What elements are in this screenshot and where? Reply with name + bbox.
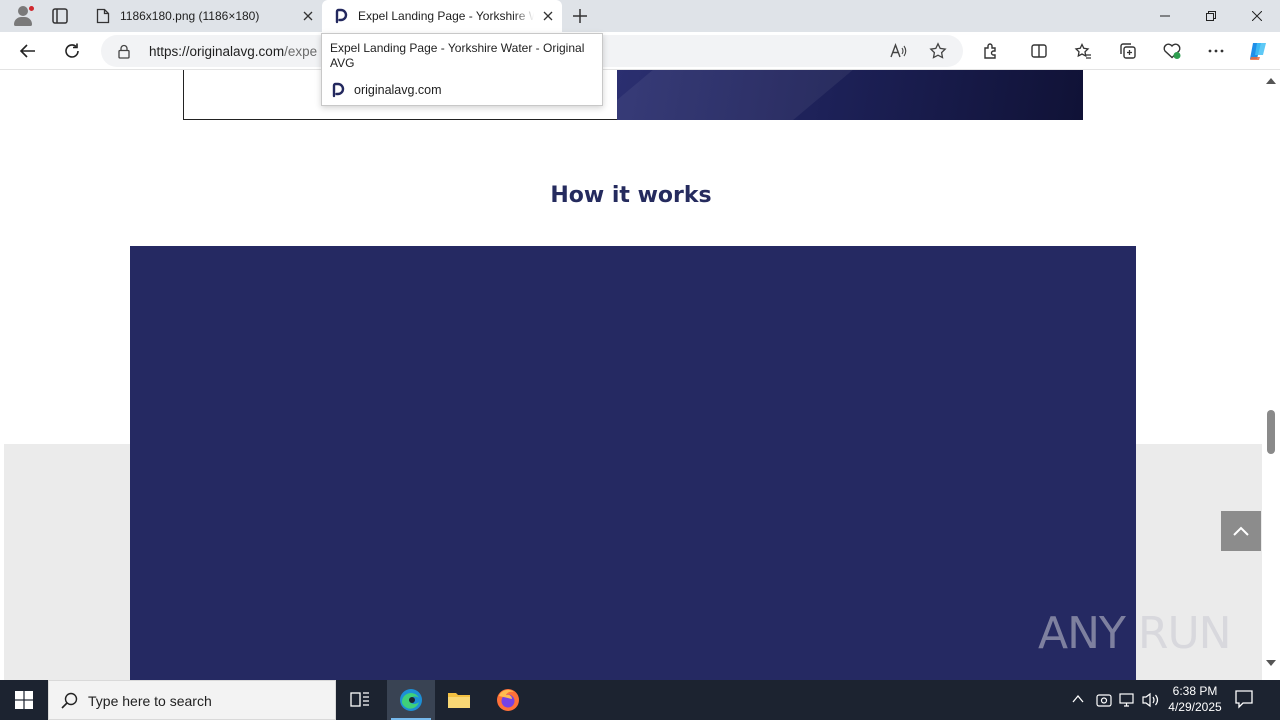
browser-toolbar: https://originalavg.com/expe	[0, 32, 1280, 70]
file-explorer-icon[interactable]	[435, 680, 483, 720]
clock-date: 4/29/2025	[1168, 700, 1222, 714]
tab-actions-icon[interactable]	[50, 6, 70, 26]
taskbar-search-input[interactable]: Type here to search	[48, 680, 336, 720]
hover-card-title: Expel Landing Page - Yorkshire Water - O…	[330, 41, 585, 70]
favorite-star-icon[interactable]	[928, 41, 948, 61]
network-icon[interactable]	[1119, 692, 1135, 713]
restore-icon[interactable]	[1188, 0, 1234, 32]
close-tab-icon[interactable]	[540, 8, 556, 24]
task-view-icon[interactable]	[336, 680, 384, 720]
page-viewport: How it works	[0, 70, 1262, 680]
extensions-icon[interactable]	[981, 41, 1001, 61]
chevron-up-icon	[1233, 526, 1249, 536]
firefox-icon[interactable]	[484, 680, 532, 720]
search-placeholder: Type here to search	[88, 693, 212, 709]
tab-title: 1186x180.png (1186×180)	[120, 9, 260, 23]
tab-hover-card: Expel Landing Page - Yorkshire Water - O…	[321, 33, 603, 106]
scroll-up-icon[interactable]	[1266, 78, 1276, 84]
section-title: How it works	[550, 183, 712, 208]
favorites-icon[interactable]	[1073, 41, 1093, 61]
clock-time: 6:38 PM	[1172, 684, 1218, 698]
volume-icon[interactable]	[1142, 692, 1160, 713]
browser-essentials-icon[interactable]	[1162, 41, 1182, 61]
edge-browser-icon[interactable]	[387, 680, 435, 720]
scroll-down-icon[interactable]	[1266, 660, 1276, 666]
tab-strip: 1186x180.png (1186×180) Expel Landing Pa…	[0, 0, 1280, 32]
close-window-icon[interactable]	[1234, 0, 1280, 32]
page-scrollbar[interactable]	[1262, 70, 1280, 680]
read-aloud-icon[interactable]	[888, 41, 908, 61]
back-icon[interactable]	[18, 41, 38, 61]
search-icon	[61, 692, 78, 714]
refresh-icon[interactable]	[62, 41, 82, 61]
copilot-icon[interactable]	[1246, 39, 1270, 63]
hover-card-domain: originalavg.com	[354, 83, 442, 97]
notifications-icon[interactable]	[1234, 689, 1254, 714]
show-hidden-icons-icon[interactable]	[1071, 692, 1085, 711]
tab-image[interactable]: 1186x180.png (1186×180)	[84, 0, 320, 32]
url-text: https://originalavg.com/expe	[149, 44, 318, 59]
tab-title: Expel Landing Page - Yorkshire Water - O…	[358, 9, 534, 23]
windows-start-icon[interactable]	[0, 680, 48, 720]
collections-icon[interactable]	[1118, 41, 1138, 61]
scrollbar-thumb[interactable]	[1267, 410, 1275, 454]
intro-banner-image	[617, 70, 1083, 120]
close-tab-icon[interactable]	[300, 8, 316, 24]
back-to-top-button[interactable]	[1221, 511, 1261, 551]
anyrun-watermark: ANY RUN	[1038, 608, 1232, 659]
meet-now-icon[interactable]	[1096, 692, 1112, 713]
site-favicon-icon	[331, 82, 345, 103]
lock-icon[interactable]	[117, 44, 131, 64]
tab-expel-landing[interactable]: Expel Landing Page - Yorkshire Water - O…	[322, 0, 562, 32]
minimize-icon[interactable]	[1142, 0, 1188, 32]
taskbar: Type here to search 6:38 PM 4/29/2025	[0, 680, 1280, 720]
more-options-icon[interactable]	[1206, 41, 1226, 61]
new-tab-icon[interactable]	[570, 6, 590, 26]
profile-avatar-icon[interactable]	[12, 5, 35, 27]
how-it-works-video[interactable]	[130, 246, 1136, 680]
file-icon	[96, 8, 110, 24]
taskbar-clock[interactable]: 6:38 PM 4/29/2025	[1160, 683, 1230, 715]
site-favicon-icon	[334, 8, 348, 24]
split-screen-icon[interactable]	[1029, 41, 1049, 61]
